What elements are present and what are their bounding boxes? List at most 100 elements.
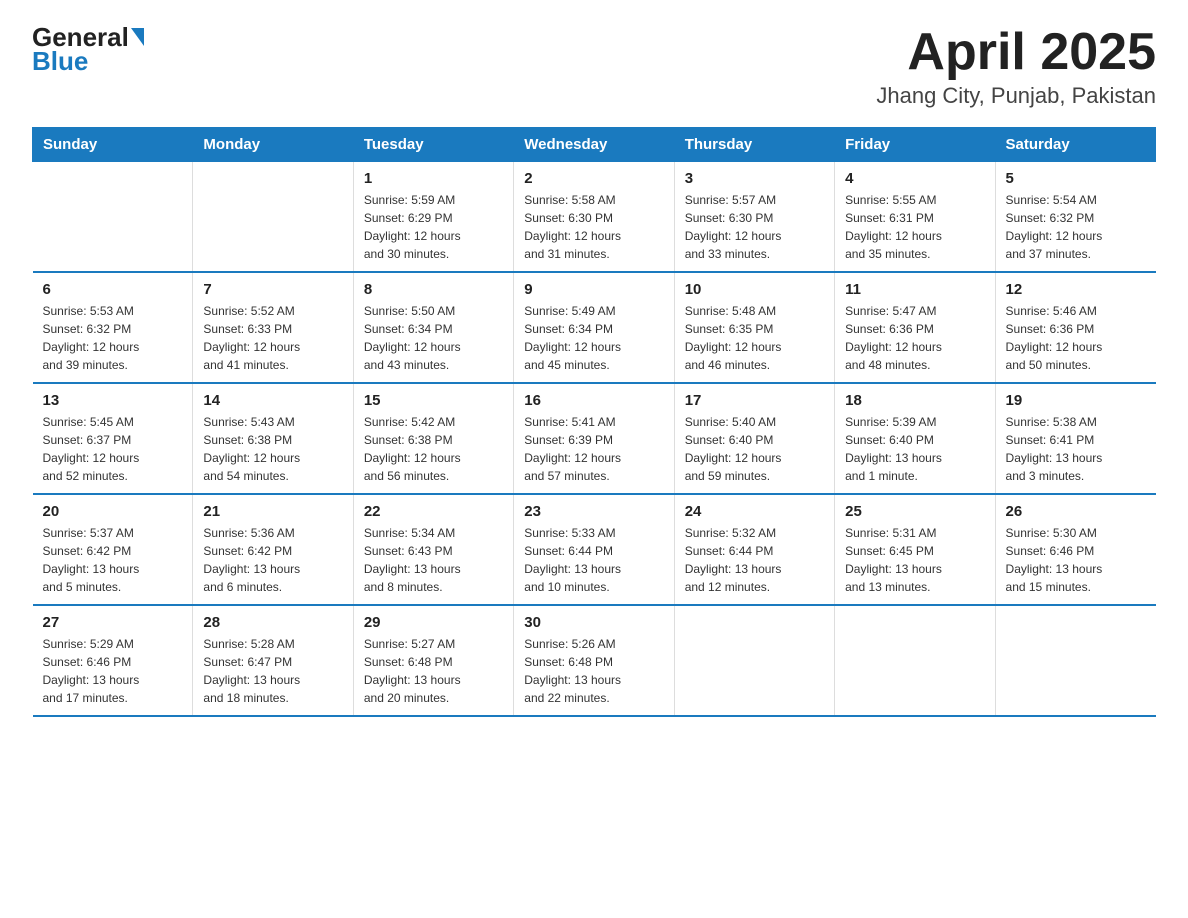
day-number: 30 <box>524 614 663 631</box>
day-info: Sunrise: 5:40 AMSunset: 6:40 PMDaylight:… <box>685 413 824 485</box>
logo-blue-text: Blue <box>32 48 88 74</box>
day-number: 18 <box>845 392 984 409</box>
calendar-cell: 26 Sunrise: 5:30 AMSunset: 6:46 PMDayligh… <box>995 494 1155 605</box>
calendar-cell: 14 Sunrise: 5:43 AMSunset: 6:38 PMDayligh… <box>193 383 353 494</box>
calendar-cell: 24 Sunrise: 5:32 AMSunset: 6:44 PMDayligh… <box>674 494 834 605</box>
calendar-cell <box>33 162 193 273</box>
calendar-cell: 25 Sunrise: 5:31 AMSunset: 6:45 PMDayligh… <box>835 494 995 605</box>
calendar-cell: 18 Sunrise: 5:39 AMSunset: 6:40 PMDayligh… <box>835 383 995 494</box>
day-number: 2 <box>524 170 663 187</box>
calendar-header-wednesday: Wednesday <box>514 128 674 162</box>
calendar-cell: 23Sunrise: 5:33 AMSunset: 6:44 PMDayligh… <box>514 494 674 605</box>
calendar-week-row: 6 Sunrise: 5:53 AMSunset: 6:32 PMDaylight… <box>33 272 1156 383</box>
calendar-cell: 19Sunrise: 5:38 AMSunset: 6:41 PMDayligh… <box>995 383 1155 494</box>
day-number: 24 <box>685 503 824 520</box>
calendar-header-thursday: Thursday <box>674 128 834 162</box>
day-number: 1 <box>364 170 503 187</box>
day-number: 7 <box>203 281 342 298</box>
calendar-header-row: SundayMondayTuesdayWednesdayThursdayFrid… <box>33 128 1156 162</box>
calendar-cell: 5 Sunrise: 5:54 AMSunset: 6:32 PMDaylight… <box>995 162 1155 273</box>
calendar-cell: 7 Sunrise: 5:52 AMSunset: 6:33 PMDaylight… <box>193 272 353 383</box>
calendar-week-row: 1 Sunrise: 5:59 AMSunset: 6:29 PMDaylight… <box>33 162 1156 273</box>
day-info: Sunrise: 5:57 AMSunset: 6:30 PMDaylight:… <box>685 191 824 263</box>
day-info: Sunrise: 5:37 AMSunset: 6:42 PMDaylight:… <box>43 524 183 596</box>
day-number: 17 <box>685 392 824 409</box>
day-info: Sunrise: 5:26 AMSunset: 6:48 PMDaylight:… <box>524 635 663 707</box>
day-number: 25 <box>845 503 984 520</box>
day-info: Sunrise: 5:39 AMSunset: 6:40 PMDaylight:… <box>845 413 984 485</box>
calendar-cell: 17 Sunrise: 5:40 AMSunset: 6:40 PMDayligh… <box>674 383 834 494</box>
day-number: 13 <box>43 392 183 409</box>
calendar-week-row: 27 Sunrise: 5:29 AMSunset: 6:46 PMDayligh… <box>33 605 1156 716</box>
calendar-cell: 28 Sunrise: 5:28 AMSunset: 6:47 PMDayligh… <box>193 605 353 716</box>
calendar-week-row: 13 Sunrise: 5:45 AMSunset: 6:37 PMDayligh… <box>33 383 1156 494</box>
day-number: 28 <box>203 614 342 631</box>
calendar-cell: 27 Sunrise: 5:29 AMSunset: 6:46 PMDayligh… <box>33 605 193 716</box>
calendar-header-saturday: Saturday <box>995 128 1155 162</box>
day-info: Sunrise: 5:52 AMSunset: 6:33 PMDaylight:… <box>203 302 342 374</box>
page-header: General Blue April 2025 Jhang City, Punj… <box>32 24 1156 109</box>
day-info: Sunrise: 5:42 AMSunset: 6:38 PMDaylight:… <box>364 413 503 485</box>
day-info: Sunrise: 5:49 AMSunset: 6:34 PMDaylight:… <box>524 302 663 374</box>
day-info: Sunrise: 5:33 AMSunset: 6:44 PMDaylight:… <box>524 524 663 596</box>
day-number: 10 <box>685 281 824 298</box>
calendar-cell <box>835 605 995 716</box>
calendar-header-tuesday: Tuesday <box>353 128 513 162</box>
calendar-cell: 15 Sunrise: 5:42 AMSunset: 6:38 PMDayligh… <box>353 383 513 494</box>
day-number: 21 <box>203 503 342 520</box>
calendar-cell: 13 Sunrise: 5:45 AMSunset: 6:37 PMDayligh… <box>33 383 193 494</box>
calendar-header-monday: Monday <box>193 128 353 162</box>
day-info: Sunrise: 5:45 AMSunset: 6:37 PMDaylight:… <box>43 413 183 485</box>
calendar-cell: 20Sunrise: 5:37 AMSunset: 6:42 PMDayligh… <box>33 494 193 605</box>
day-number: 29 <box>364 614 503 631</box>
calendar-cell: 16 Sunrise: 5:41 AMSunset: 6:39 PMDayligh… <box>514 383 674 494</box>
day-info: Sunrise: 5:59 AMSunset: 6:29 PMDaylight:… <box>364 191 503 263</box>
day-number: 3 <box>685 170 824 187</box>
day-info: Sunrise: 5:31 AMSunset: 6:45 PMDaylight:… <box>845 524 984 596</box>
calendar-cell: 4 Sunrise: 5:55 AMSunset: 6:31 PMDaylight… <box>835 162 995 273</box>
calendar-table: SundayMondayTuesdayWednesdayThursdayFrid… <box>32 127 1156 717</box>
day-number: 9 <box>524 281 663 298</box>
day-info: Sunrise: 5:43 AMSunset: 6:38 PMDaylight:… <box>203 413 342 485</box>
day-number: 16 <box>524 392 663 409</box>
day-info: Sunrise: 5:53 AMSunset: 6:32 PMDaylight:… <box>43 302 183 374</box>
calendar-cell: 10Sunrise: 5:48 AMSunset: 6:35 PMDayligh… <box>674 272 834 383</box>
calendar-cell: 3 Sunrise: 5:57 AMSunset: 6:30 PMDaylight… <box>674 162 834 273</box>
day-number: 8 <box>364 281 503 298</box>
day-info: Sunrise: 5:30 AMSunset: 6:46 PMDaylight:… <box>1006 524 1146 596</box>
day-info: Sunrise: 5:36 AMSunset: 6:42 PMDaylight:… <box>203 524 342 596</box>
calendar-cell <box>995 605 1155 716</box>
day-number: 4 <box>845 170 984 187</box>
calendar-cell: 9 Sunrise: 5:49 AMSunset: 6:34 PMDaylight… <box>514 272 674 383</box>
day-number: 11 <box>845 281 984 298</box>
day-info: Sunrise: 5:46 AMSunset: 6:36 PMDaylight:… <box>1006 302 1146 374</box>
calendar-cell: 2Sunrise: 5:58 AMSunset: 6:30 PMDaylight… <box>514 162 674 273</box>
location-subtitle: Jhang City, Punjab, Pakistan <box>876 83 1156 109</box>
logo: General Blue <box>32 24 144 74</box>
day-info: Sunrise: 5:32 AMSunset: 6:44 PMDaylight:… <box>685 524 824 596</box>
day-info: Sunrise: 5:54 AMSunset: 6:32 PMDaylight:… <box>1006 191 1146 263</box>
day-number: 27 <box>43 614 183 631</box>
calendar-week-row: 20Sunrise: 5:37 AMSunset: 6:42 PMDayligh… <box>33 494 1156 605</box>
day-number: 15 <box>364 392 503 409</box>
day-info: Sunrise: 5:47 AMSunset: 6:36 PMDaylight:… <box>845 302 984 374</box>
title-block: April 2025 Jhang City, Punjab, Pakistan <box>876 24 1156 109</box>
day-info: Sunrise: 5:29 AMSunset: 6:46 PMDaylight:… <box>43 635 183 707</box>
day-number: 26 <box>1006 503 1146 520</box>
day-number: 5 <box>1006 170 1146 187</box>
day-number: 12 <box>1006 281 1146 298</box>
month-year-title: April 2025 <box>876 24 1156 81</box>
day-info: Sunrise: 5:34 AMSunset: 6:43 PMDaylight:… <box>364 524 503 596</box>
day-info: Sunrise: 5:28 AMSunset: 6:47 PMDaylight:… <box>203 635 342 707</box>
day-number: 22 <box>364 503 503 520</box>
calendar-header-sunday: Sunday <box>33 128 193 162</box>
day-info: Sunrise: 5:55 AMSunset: 6:31 PMDaylight:… <box>845 191 984 263</box>
day-number: 6 <box>43 281 183 298</box>
day-number: 14 <box>203 392 342 409</box>
calendar-cell <box>193 162 353 273</box>
calendar-cell: 29Sunrise: 5:27 AMSunset: 6:48 PMDayligh… <box>353 605 513 716</box>
day-info: Sunrise: 5:41 AMSunset: 6:39 PMDaylight:… <box>524 413 663 485</box>
day-number: 19 <box>1006 392 1146 409</box>
calendar-header-friday: Friday <box>835 128 995 162</box>
calendar-cell: 6 Sunrise: 5:53 AMSunset: 6:32 PMDaylight… <box>33 272 193 383</box>
